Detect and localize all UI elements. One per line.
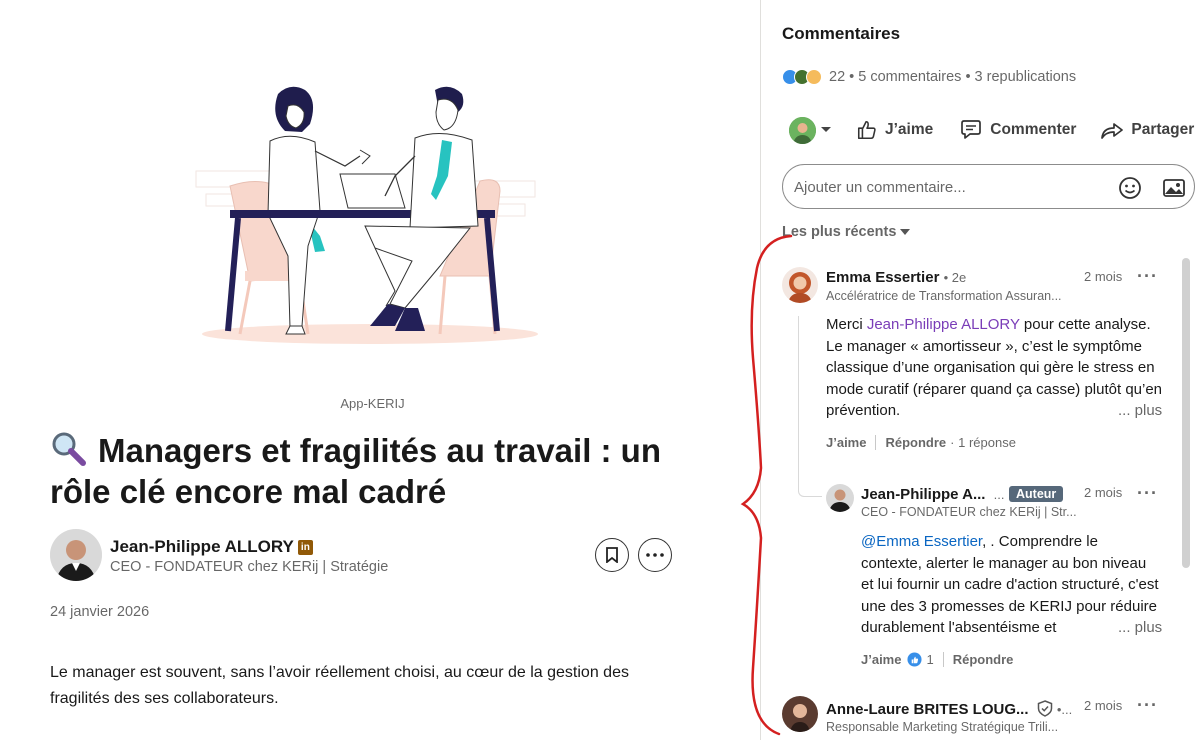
author-block: Jean-Philippe ALLORY in CEO - FONDATEUR … bbox=[50, 529, 675, 583]
comment-options-icon[interactable]: ··· bbox=[1137, 484, 1158, 502]
comment-actions: J’aime 1 Répondre bbox=[861, 652, 1013, 667]
image-icon[interactable] bbox=[1162, 176, 1186, 200]
commenter-headline: CEO - FONDATEUR chez KERij | Str... bbox=[861, 505, 1077, 519]
comments-panel-title: Commentaires bbox=[782, 24, 901, 43]
share-button-label: Partager bbox=[1131, 121, 1195, 138]
comment-button-label: Commenter bbox=[990, 121, 1077, 138]
comment-options-icon[interactable]: ··· bbox=[1137, 696, 1158, 714]
sort-dropdown[interactable]: Les plus récents bbox=[782, 224, 911, 240]
connection-degree: •... bbox=[1056, 702, 1073, 717]
author-headline: CEO - FONDATEUR chez KERij | Stratégie bbox=[110, 559, 389, 575]
comment-reply-button[interactable]: Répondre bbox=[953, 652, 1014, 667]
comment-time: 2 mois bbox=[1084, 698, 1123, 713]
image-caption: App-KERIJ bbox=[340, 396, 405, 411]
share-button[interactable]: Partager bbox=[1100, 120, 1194, 140]
commenter-avatar[interactable] bbox=[782, 267, 818, 303]
ellipsis-icon bbox=[646, 553, 664, 557]
see-more-link[interactable]: ... plus bbox=[1118, 402, 1162, 419]
actor-switcher[interactable] bbox=[789, 116, 832, 144]
commenter-headline: Accélératrice de Transformation Assuran.… bbox=[826, 289, 1062, 303]
comment-reply-button[interactable]: Répondre bbox=[885, 435, 946, 450]
comment-text: @Emma Essertier, . Comprendre le context… bbox=[861, 533, 1159, 636]
sort-label: Les plus récents bbox=[782, 224, 897, 240]
magnifying-glass-icon bbox=[52, 432, 86, 466]
comment-like-button[interactable]: J’aime bbox=[826, 435, 866, 450]
commenter-avatar[interactable] bbox=[782, 696, 818, 732]
author-avatar[interactable] bbox=[50, 529, 102, 581]
thread-connector bbox=[798, 316, 822, 497]
article-illustration bbox=[195, 86, 538, 344]
caret-down-icon bbox=[900, 229, 911, 235]
linkedin-premium-icon: in bbox=[297, 539, 313, 555]
comments-scrollbar[interactable] bbox=[1182, 258, 1190, 568]
connection-degree: • 2e bbox=[943, 270, 967, 285]
comment-text: Merci Jean-Philippe ALLORY pour cette an… bbox=[826, 316, 1163, 419]
emoji-icon[interactable] bbox=[1118, 176, 1142, 200]
author-badge: Auteur bbox=[1009, 486, 1064, 502]
comment-like-button[interactable]: J’aime bbox=[861, 652, 901, 667]
comment-input[interactable] bbox=[794, 175, 1094, 199]
comment-time: 2 mois bbox=[1084, 485, 1123, 500]
like-button[interactable]: J’aime bbox=[856, 119, 933, 141]
mention-link[interactable]: @Emma Essertier bbox=[861, 533, 982, 550]
insightful-reaction-icon bbox=[806, 69, 822, 85]
article: App-KERIJ Managers et fragilités au trav… bbox=[0, 0, 760, 740]
comment-input-box bbox=[782, 164, 1195, 209]
comments-panel: Commentaires 22 • 5 commentaires • 3 rep… bbox=[740, 0, 1200, 740]
author-name[interactable]: Jean-Philippe ALLORY in bbox=[110, 537, 313, 557]
verified-shield-icon bbox=[1037, 700, 1052, 717]
comment-time: 2 mois bbox=[1084, 269, 1123, 284]
comment-item: Anne-Laure BRITES LOUG... •... Responsab… bbox=[782, 696, 1172, 740]
commenter-name-text[interactable]: Anne-Laure BRITES LOUG... bbox=[826, 701, 1029, 718]
author-name-text[interactable]: Jean-Philippe ALLORY bbox=[110, 537, 294, 557]
comment-button[interactable]: Commenter bbox=[959, 119, 1076, 141]
article-title-text: Managers et fragilités au travail : un r… bbox=[50, 432, 661, 510]
comment-item: Emma Essertier • 2e Accélératrice de Tra… bbox=[782, 267, 1172, 467]
article-date: 24 janvier 2026 bbox=[50, 604, 150, 620]
comment-options-icon[interactable]: ··· bbox=[1137, 267, 1158, 285]
reply-item: Jean-Philippe A... ... Auteur CEO - FOND… bbox=[826, 484, 1186, 674]
commenter-headline: Responsable Marketing Stratégique Trili.… bbox=[826, 720, 1059, 734]
commenter-name-text[interactable]: Jean-Philippe A... bbox=[861, 486, 985, 503]
bookmark-icon bbox=[606, 547, 618, 563]
like-reaction-icon bbox=[907, 652, 923, 667]
thumbs-up-icon bbox=[857, 120, 876, 140]
reactions-icons bbox=[782, 69, 822, 85]
commenter-name-text[interactable]: Emma Essertier bbox=[826, 269, 939, 286]
mention-link[interactable]: Jean-Philippe ALLORY bbox=[867, 316, 1020, 333]
caret-down-icon bbox=[821, 127, 831, 132]
reaction-count[interactable]: 1 bbox=[926, 652, 933, 667]
social-actions-bar: J’aime Commenter Partager bbox=[789, 114, 1194, 146]
commenter-name[interactable]: Jean-Philippe A... ... bbox=[861, 486, 1004, 503]
see-more-link[interactable]: ... plus bbox=[1118, 619, 1162, 636]
reply-count[interactable]: · 1 réponse bbox=[950, 435, 1016, 450]
commenter-name[interactable]: Emma Essertier • 2e bbox=[826, 269, 966, 286]
connection-degree: ... bbox=[993, 487, 1005, 502]
current-user-avatar bbox=[789, 116, 816, 144]
comment-actions: J’aime Répondre · 1 réponse bbox=[826, 435, 1016, 450]
comment-icon bbox=[961, 120, 982, 139]
social-counts-text[interactable]: 22 • 5 commentaires • 3 republications bbox=[829, 69, 1076, 85]
social-counts[interactable]: 22 • 5 commentaires • 3 republications bbox=[782, 69, 1076, 85]
save-article-button[interactable] bbox=[595, 538, 629, 572]
article-body: Le manager est souvent, sans l’avoir rée… bbox=[50, 664, 629, 707]
share-arrow-icon bbox=[1101, 123, 1124, 139]
article-title: Managers et fragilités au travail : un r… bbox=[50, 430, 710, 512]
like-button-label: J’aime bbox=[885, 121, 934, 138]
commenter-avatar[interactable] bbox=[826, 484, 854, 512]
commenter-name[interactable]: Anne-Laure BRITES LOUG... •... bbox=[826, 700, 1072, 718]
more-options-button[interactable] bbox=[638, 538, 672, 572]
